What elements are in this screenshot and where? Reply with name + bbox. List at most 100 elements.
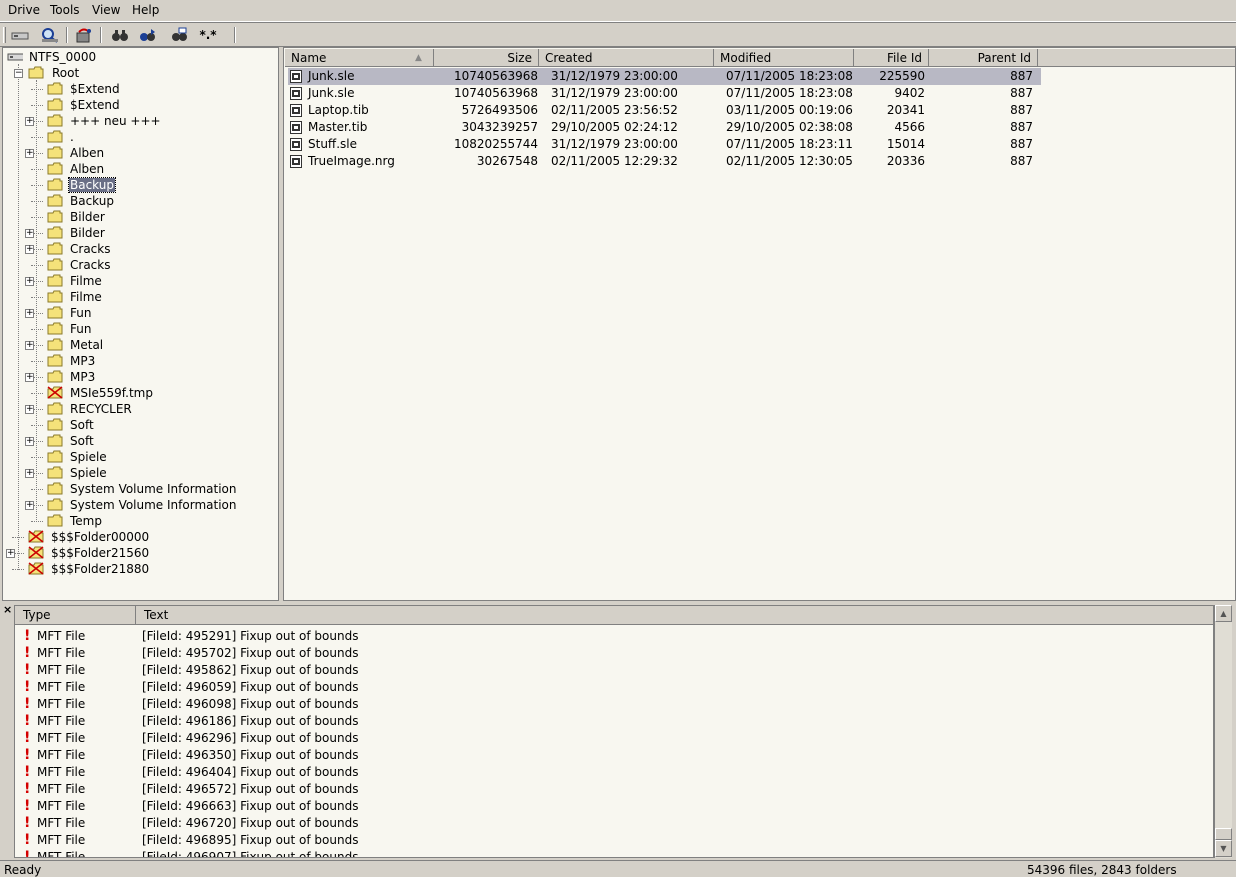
tree-node-folder[interactable]: Spiele xyxy=(5,449,275,465)
log-row[interactable]: ! MFT File [FileId: 495291] Fixup out of b… xyxy=(15,628,1213,645)
collapse-toggle[interactable]: − xyxy=(14,69,23,78)
tree-node-folder[interactable]: Soft xyxy=(5,417,275,433)
tree-node-folder[interactable]: Temp xyxy=(5,513,275,529)
tree-node-folder[interactable]: + Alben xyxy=(5,145,275,161)
folder-tree[interactable]: NTFS_0000 − Root $Extend $Extend + +++ neu … xyxy=(2,47,279,601)
expand-toggle[interactable]: + xyxy=(25,309,34,318)
tree-node-folder[interactable]: + RECYCLER xyxy=(5,401,275,417)
expand-toggle[interactable]: + xyxy=(25,117,34,126)
tree-node-folder[interactable]: + Spiele xyxy=(5,465,275,481)
file-list[interactable]: Name ▲ Size Created Modified File Id Par… xyxy=(283,47,1236,601)
file-row[interactable]: Master.tib 3043239257 29/10/2005 02:24:12 2… xyxy=(288,119,1041,136)
scroll-up-icon[interactable]: ▲ xyxy=(1215,605,1232,622)
tree-node-folder[interactable]: + MP3 xyxy=(5,369,275,385)
tree-node-folder[interactable]: Bilder xyxy=(5,209,275,225)
tree-node-folder[interactable]: + Bilder xyxy=(5,225,275,241)
scroll-down-icon[interactable]: ▼ xyxy=(1215,840,1232,857)
scroll-thumb[interactable] xyxy=(1215,828,1232,840)
column-header-type[interactable]: Type xyxy=(15,606,136,625)
column-header-created[interactable]: Created xyxy=(539,49,714,67)
tree-node-lost-folder[interactable]: $$$Folder00000 xyxy=(5,529,275,545)
column-header-name[interactable]: Name ▲ xyxy=(285,49,434,67)
tree-node-drive[interactable]: NTFS_0000 xyxy=(5,49,205,65)
expand-toggle[interactable]: + xyxy=(25,149,34,158)
menu-tools[interactable]: Tools xyxy=(49,3,81,17)
sort-ascending-icon: ▲ xyxy=(415,53,422,63)
find-files-icon[interactable] xyxy=(170,26,190,44)
expand-toggle[interactable]: + xyxy=(25,405,34,414)
tree-node-folder[interactable]: + Filme xyxy=(5,273,275,289)
tree-node-folder[interactable]: Backup xyxy=(5,177,275,193)
cell-parentid: 887 xyxy=(1010,137,1033,151)
column-header-modified[interactable]: Modified xyxy=(714,49,854,67)
tree-node-folder[interactable]: MSIe559f.tmp xyxy=(5,385,275,401)
tree-node-folder[interactable]: + Fun xyxy=(5,305,275,321)
log-row[interactable]: ! MFT File [FileId: 495862] Fixup out of b… xyxy=(15,662,1213,679)
tree-node-folder[interactable]: Alben xyxy=(5,161,275,177)
expand-toggle[interactable]: + xyxy=(25,437,34,446)
tree-node-folder[interactable]: + Metal xyxy=(5,337,275,353)
tree-node-folder[interactable]: Fun xyxy=(5,321,275,337)
expand-toggle[interactable]: + xyxy=(25,229,34,238)
tree-node-root[interactable]: − Root xyxy=(5,65,205,81)
file-icon xyxy=(290,70,302,83)
tree-node-lost-folder[interactable]: $$$Folder21880 xyxy=(5,561,275,577)
tree-node-folder[interactable]: Backup xyxy=(5,193,275,209)
log-row[interactable]: ! MFT File [FileId: 496059] Fixup out of b… xyxy=(15,679,1213,696)
menu-view[interactable]: View xyxy=(91,3,121,17)
log-row[interactable]: ! MFT File [FileId: 496404] Fixup out of b… xyxy=(15,764,1213,781)
log-row[interactable]: ! MFT File [FileId: 496895] Fixup out of b… xyxy=(15,832,1213,849)
tree-node-folder[interactable]: + Soft xyxy=(5,433,275,449)
tree-node-folder[interactable]: Cracks xyxy=(5,257,275,273)
column-header-text[interactable]: Text xyxy=(136,606,1213,625)
tree-node-folder[interactable]: + Cracks xyxy=(5,241,275,257)
expand-toggle[interactable]: + xyxy=(6,549,15,558)
expand-toggle[interactable]: + xyxy=(25,469,34,478)
column-header-size[interactable]: Size xyxy=(434,49,539,67)
file-row[interactable]: TrueImage.nrg 30267548 02/11/2005 12:29:32… xyxy=(288,153,1041,170)
file-row[interactable]: Junk.sle 10740563968 31/12/1979 23:00:00 07… xyxy=(288,85,1041,102)
tree-node-folder[interactable]: MP3 xyxy=(5,353,275,369)
log-row[interactable]: ! MFT File [FileId: 496720] Fixup out of b… xyxy=(15,815,1213,832)
toolbar-grip[interactable] xyxy=(3,27,6,43)
find-next-icon[interactable] xyxy=(138,26,158,44)
tree-node-folder[interactable]: System Volume Information xyxy=(5,481,275,497)
expand-toggle[interactable]: + xyxy=(25,277,34,286)
log-row[interactable]: ! MFT File [FileId: 496572] Fixup out of b… xyxy=(15,781,1213,798)
expand-toggle[interactable]: + xyxy=(25,341,34,350)
error-icon: ! xyxy=(24,645,31,661)
wildcard-icon[interactable]: *.* xyxy=(198,26,218,44)
log-row[interactable]: ! MFT File [FileId: 496098] Fixup out of b… xyxy=(15,696,1213,713)
log-row[interactable]: ! MFT File [FileId: 496296] Fixup out of b… xyxy=(15,730,1213,747)
file-row[interactable]: Laptop.tib 5726493506 02/11/2005 23:56:52 0… xyxy=(288,102,1041,119)
drive-icon[interactable] xyxy=(10,26,30,44)
close-log-button[interactable]: × xyxy=(3,603,12,616)
scan-icon[interactable] xyxy=(40,26,60,44)
tree-node-folder[interactable]: $Extend xyxy=(5,97,275,113)
file-row[interactable]: Stuff.sle 10820255744 31/12/1979 23:00:00 0… xyxy=(288,136,1041,153)
expand-toggle[interactable]: + xyxy=(25,245,34,254)
expand-toggle[interactable]: + xyxy=(25,501,34,510)
tree-node-folder[interactable]: Filme xyxy=(5,289,275,305)
column-header-fileid[interactable]: File Id xyxy=(854,49,929,67)
recover-icon[interactable] xyxy=(74,26,94,44)
file-row[interactable]: Junk.sle 10740563968 31/12/1979 23:00:00 07… xyxy=(288,68,1041,85)
find-icon[interactable] xyxy=(110,26,130,44)
menu-drive[interactable]: Drive xyxy=(7,3,41,17)
log-scrollbar[interactable]: ▲ ▼ xyxy=(1214,605,1232,858)
log-row[interactable]: ! MFT File [FileId: 496350] Fixup out of b… xyxy=(15,747,1213,764)
log-row[interactable]: ! MFT File [FileId: 496663] Fixup out of b… xyxy=(15,798,1213,815)
menu-help[interactable]: Help xyxy=(131,3,160,17)
column-header-parentid[interactable]: Parent Id xyxy=(929,49,1038,67)
log-list[interactable]: Type Text ! MFT File [FileId: 495291] Fixu… xyxy=(14,605,1214,858)
log-row[interactable]: ! MFT File [FileId: 495702] Fixup out of b… xyxy=(15,645,1213,662)
log-row[interactable]: ! MFT File [FileId: 496186] Fixup out of b… xyxy=(15,713,1213,730)
tree-node-folder[interactable]: + +++ neu +++ xyxy=(5,113,275,129)
expand-toggle[interactable]: + xyxy=(25,373,34,382)
log-row[interactable]: ! MFT File [FileId: 496907] Fixup out of b… xyxy=(15,849,1213,857)
tree-node-folder[interactable]: + System Volume Information xyxy=(5,497,275,513)
menu-bar: Drive Tools View Help xyxy=(0,0,1236,22)
tree-node-lost-folder[interactable]: + $$$Folder21560 xyxy=(5,545,275,561)
tree-node-folder[interactable]: $Extend xyxy=(5,81,275,97)
tree-node-folder[interactable]: . xyxy=(5,129,275,145)
